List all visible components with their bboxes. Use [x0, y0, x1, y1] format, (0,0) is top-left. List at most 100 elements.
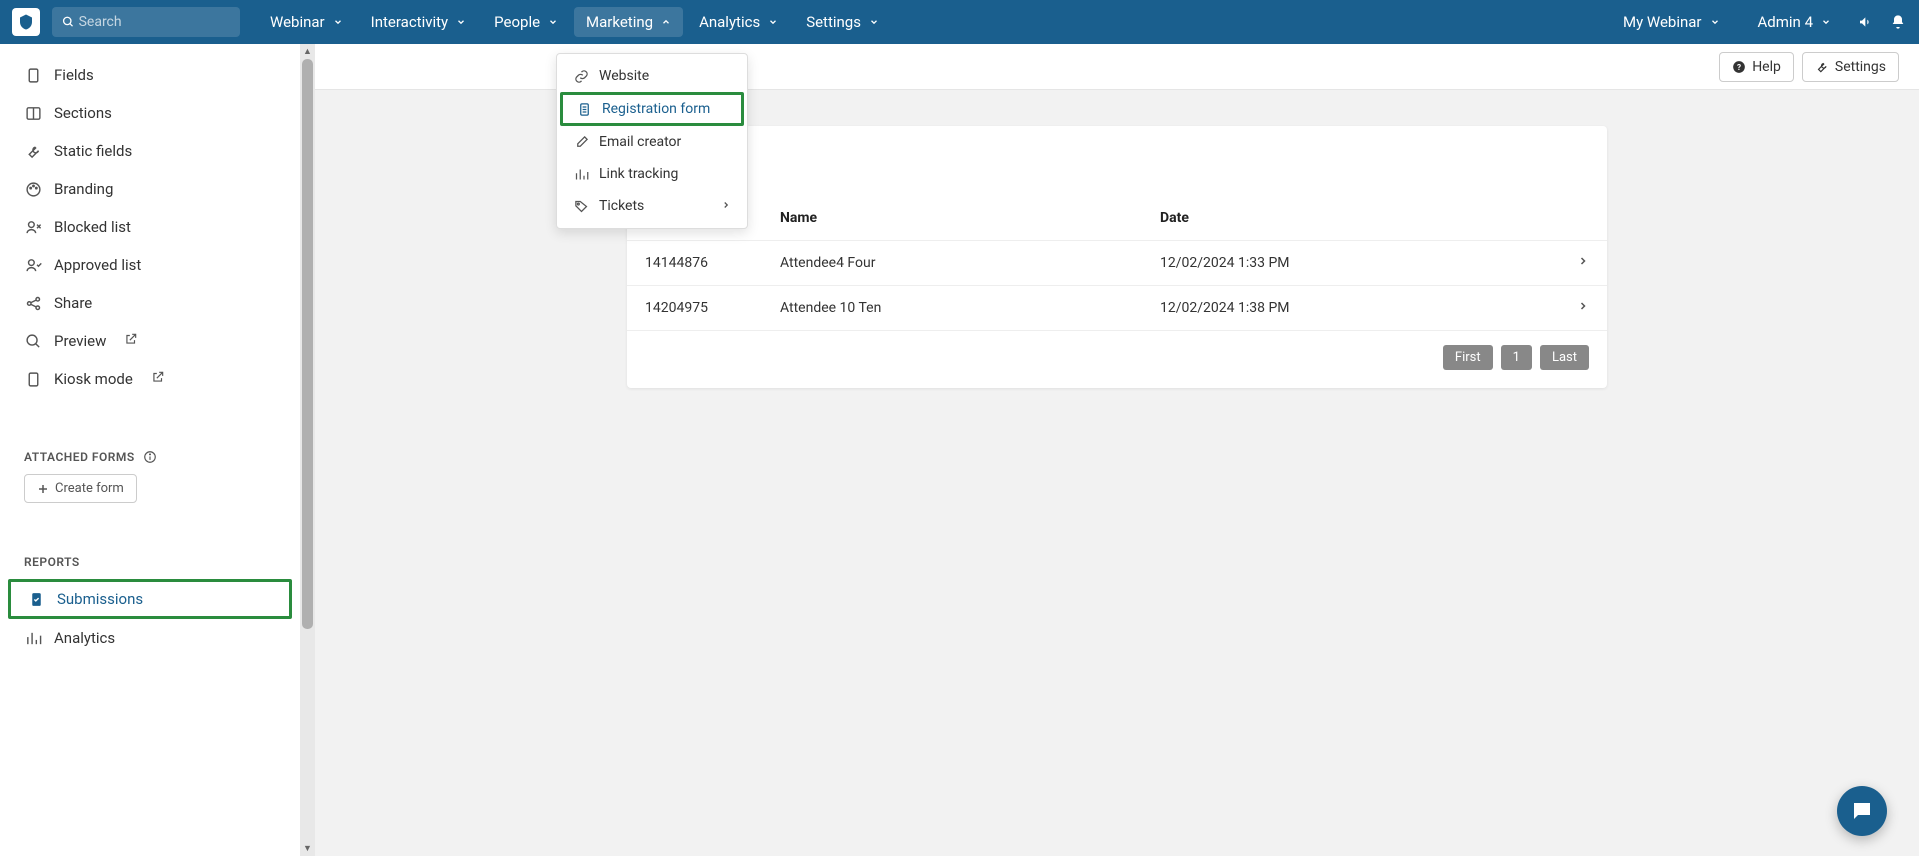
nav-user[interactable]: Admin 4 — [1746, 7, 1843, 37]
scroll-up-arrow[interactable]: ▲ — [300, 44, 315, 59]
table-row[interactable]: 14204975 Attendee 10 Ten 12/02/2024 1:38… — [627, 286, 1607, 331]
dropdown-email-creator[interactable]: Email creator — [557, 126, 747, 158]
bell-icon — [1890, 14, 1906, 30]
logo-icon — [17, 13, 35, 31]
sidebar-label: Analytics — [54, 629, 115, 647]
nav-people[interactable]: People — [482, 7, 570, 37]
chevron-right-icon — [1577, 300, 1589, 312]
sidebar-sections[interactable]: Sections — [0, 94, 300, 132]
page-last-button[interactable]: Last — [1540, 345, 1589, 370]
chevron-down-icon — [1710, 17, 1720, 27]
card-title: Submissions — [627, 144, 1607, 196]
chart-icon — [573, 166, 589, 182]
nav-webinar[interactable]: Webinar — [258, 7, 355, 37]
chat-icon — [1850, 799, 1874, 823]
chevron-up-icon — [661, 17, 671, 27]
sidebar-label: Approved list — [54, 256, 141, 274]
sidebar-kiosk-mode[interactable]: Kiosk mode — [0, 360, 300, 398]
sidebar-share[interactable]: Share — [0, 284, 300, 322]
chevron-down-icon — [456, 17, 466, 27]
sidebar-label: Static fields — [54, 142, 132, 160]
megaphone-icon — [1858, 14, 1874, 30]
submissions-table: ID Name Date 14144876 Attendee4 Four 12/… — [627, 196, 1607, 331]
user-x-icon — [24, 218, 42, 236]
sidebar-label: Share — [54, 294, 92, 312]
scrollbar-thumb[interactable] — [302, 59, 313, 629]
chevron-down-icon — [869, 17, 879, 27]
marketing-dropdown: Website Registration form Email creator … — [556, 53, 748, 229]
info-icon[interactable] — [143, 450, 157, 464]
nav-marketing[interactable]: Marketing — [574, 7, 683, 37]
nav-label: Webinar — [270, 13, 325, 31]
plus-icon — [37, 483, 49, 495]
row-expand[interactable] — [1557, 241, 1607, 286]
link-icon — [573, 68, 589, 84]
external-link-icon — [151, 370, 165, 388]
cell-name: Attendee 10 Ten — [762, 286, 1142, 331]
user-check-icon — [24, 256, 42, 274]
dropdown-label: Registration form — [602, 101, 710, 117]
scroll-down-arrow[interactable]: ▼ — [300, 841, 315, 856]
cell-date: 12/02/2024 1:33 PM — [1142, 241, 1557, 286]
sidebar-approved-list[interactable]: Approved list — [0, 246, 300, 284]
sidebar-static-fields[interactable]: Static fields — [0, 132, 300, 170]
sidebar-label: Preview — [54, 332, 106, 350]
dropdown-label: Website — [599, 68, 649, 84]
search-icon — [62, 15, 75, 29]
col-name: Name — [762, 196, 1142, 241]
sidebar: Fields Sections Static fields Branding B… — [0, 44, 300, 856]
app-logo[interactable] — [12, 8, 40, 36]
sidebar-submissions[interactable]: Submissions — [8, 579, 292, 619]
chevron-down-icon — [768, 17, 778, 27]
nav-items: Webinar Interactivity People Marketing A… — [258, 7, 891, 37]
nav-label: Admin 4 — [1758, 13, 1813, 31]
dropdown-link-tracking[interactable]: Link tracking — [557, 158, 747, 190]
megaphone-button[interactable] — [1857, 13, 1875, 31]
nav-interactivity[interactable]: Interactivity — [359, 7, 479, 37]
create-form-button[interactable]: Create form — [24, 474, 137, 503]
sidebar-preview[interactable]: Preview — [0, 322, 300, 360]
external-link-icon — [124, 332, 138, 350]
col-date: Date — [1142, 196, 1557, 241]
search-box[interactable] — [52, 7, 240, 37]
share-icon — [24, 294, 42, 312]
search-input[interactable] — [79, 14, 230, 30]
search-icon — [24, 332, 42, 350]
nav-label: People — [494, 13, 540, 31]
sidebar-label: Blocked list — [54, 218, 131, 236]
chevron-down-icon — [548, 17, 558, 27]
cell-id: 14204975 — [627, 286, 762, 331]
table-row[interactable]: 14144876 Attendee4 Four 12/02/2024 1:33 … — [627, 241, 1607, 286]
nav-settings[interactable]: Settings — [794, 7, 891, 37]
dropdown-label: Email creator — [599, 134, 681, 150]
chevron-down-icon — [1821, 17, 1831, 27]
help-button[interactable]: ?Help — [1719, 52, 1794, 82]
dropdown-tickets[interactable]: Tickets — [557, 190, 747, 222]
row-expand[interactable] — [1557, 286, 1607, 331]
palette-icon — [24, 180, 42, 198]
nav-analytics[interactable]: Analytics — [687, 7, 790, 37]
sidebar-label: Kiosk mode — [54, 370, 133, 388]
sidebar-scrollbar[interactable]: ▲ ▼ — [300, 44, 315, 856]
sidebar-label: Sections — [54, 104, 112, 122]
chevron-right-icon — [1577, 255, 1589, 267]
tag-icon — [573, 198, 589, 214]
notifications-button[interactable] — [1889, 13, 1907, 31]
nav-my-webinar[interactable]: My Webinar — [1611, 7, 1732, 37]
edit-icon — [573, 134, 589, 150]
chevron-down-icon — [333, 17, 343, 27]
sidebar-label: Submissions — [57, 590, 143, 608]
columns-icon — [24, 104, 42, 122]
sidebar-fields[interactable]: Fields — [0, 56, 300, 94]
chart-icon — [24, 629, 42, 647]
sidebar-analytics[interactable]: Analytics — [0, 619, 300, 657]
page-1-button[interactable]: 1 — [1501, 345, 1532, 370]
page-first-button[interactable]: First — [1443, 345, 1493, 370]
dropdown-registration-form[interactable]: Registration form — [560, 92, 744, 126]
settings-button[interactable]: Settings — [1802, 52, 1899, 82]
dropdown-website[interactable]: Website — [557, 60, 747, 92]
sidebar-branding[interactable]: Branding — [0, 170, 300, 208]
chat-button[interactable] — [1837, 786, 1887, 836]
sidebar-blocked-list[interactable]: Blocked list — [0, 208, 300, 246]
nav-label: Settings — [806, 13, 861, 31]
